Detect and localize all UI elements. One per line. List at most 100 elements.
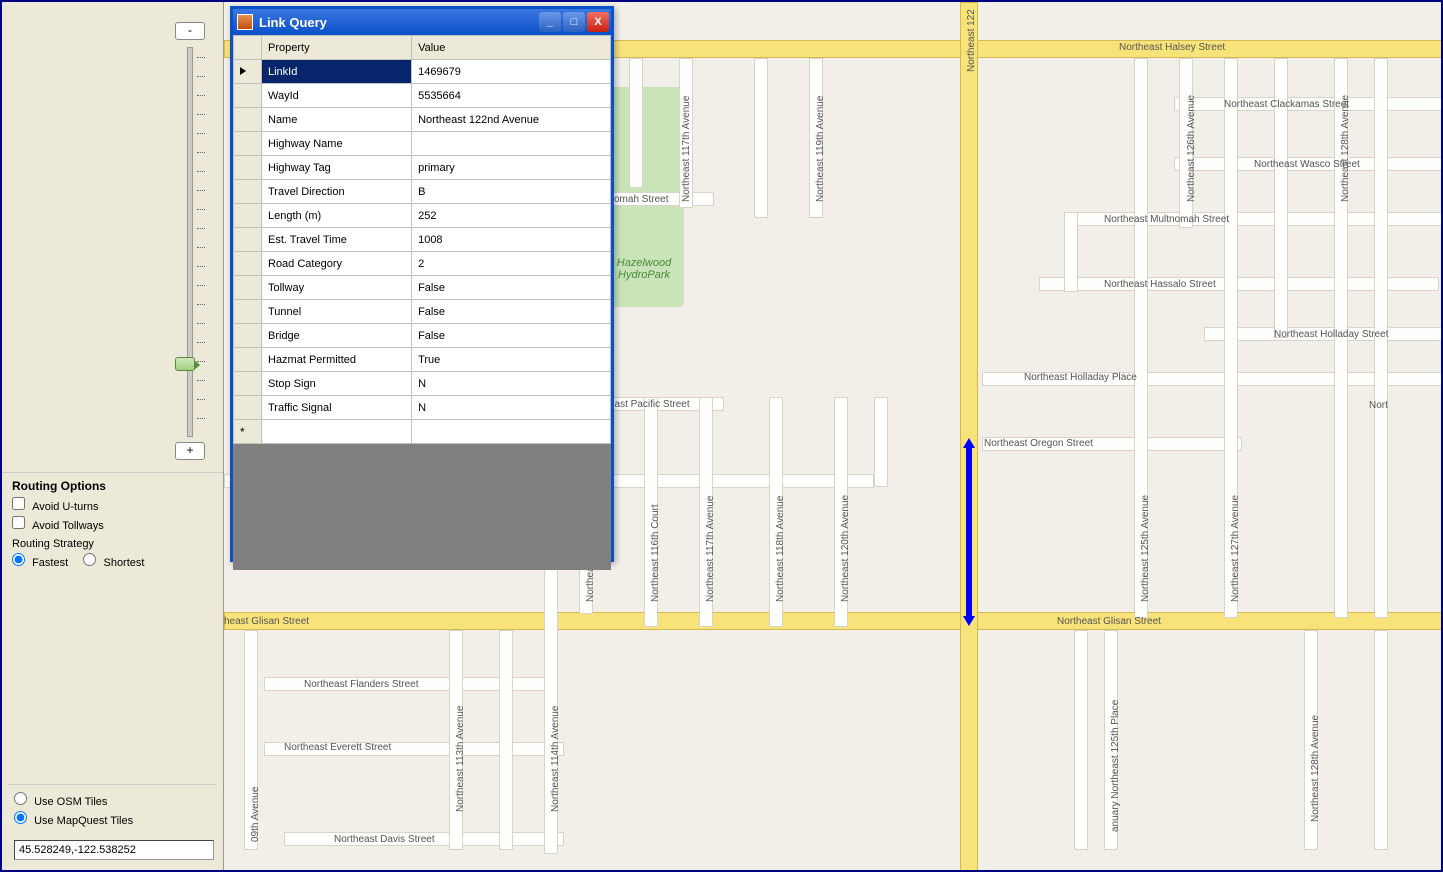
property-cell[interactable]: Road Category: [262, 252, 412, 276]
close-button[interactable]: X: [587, 12, 609, 32]
row-header[interactable]: [234, 372, 262, 396]
value-cell[interactable]: N: [412, 372, 611, 396]
row-header[interactable]: [234, 60, 262, 84]
property-cell[interactable]: Highway Tag: [262, 156, 412, 180]
row-header[interactable]: [234, 396, 262, 420]
row-header[interactable]: [234, 156, 262, 180]
osm-tiles-radio[interactable]: [14, 792, 27, 805]
row-header[interactable]: [234, 204, 262, 228]
value-cell[interactable]: False: [412, 324, 611, 348]
road: [1374, 630, 1388, 850]
zoom-out-button[interactable]: -: [175, 22, 205, 40]
property-cell[interactable]: Tunnel: [262, 300, 412, 324]
property-cell[interactable]: Highway Name: [262, 132, 412, 156]
property-cell[interactable]: Tollway: [262, 276, 412, 300]
road: [499, 630, 513, 850]
street-label: Northeast Halsey Street: [1119, 42, 1225, 53]
zoom-thumb[interactable]: [175, 357, 195, 371]
value-cell[interactable]: 5535664: [412, 84, 611, 108]
table-row[interactable]: BridgeFalse: [234, 324, 611, 348]
table-row[interactable]: NameNortheast 122nd Avenue: [234, 108, 611, 132]
value-cell[interactable]: 1008: [412, 228, 611, 252]
table-row[interactable]: Length (m)252: [234, 204, 611, 228]
zoom-tick: [197, 171, 205, 172]
table-row[interactable]: Road Category2: [234, 252, 611, 276]
row-header[interactable]: [234, 276, 262, 300]
property-cell[interactable]: Travel Direction: [262, 180, 412, 204]
zoom-in-button[interactable]: +: [175, 442, 205, 460]
road-122nd: [960, 2, 978, 870]
avoid-tollways-checkbox[interactable]: [12, 516, 25, 529]
row-header[interactable]: [234, 84, 262, 108]
value-cell[interactable]: [412, 132, 611, 156]
avoid-uturns-checkbox[interactable]: [12, 497, 25, 510]
row-header[interactable]: [234, 348, 262, 372]
property-cell[interactable]: WayId: [262, 84, 412, 108]
property-grid[interactable]: Property Value LinkId1469679WayId5535664…: [233, 35, 611, 570]
zoom-track[interactable]: [187, 47, 193, 437]
value-cell[interactable]: N: [412, 396, 611, 420]
property-cell[interactable]: Stop Sign: [262, 372, 412, 396]
zoom-tick: [197, 342, 205, 343]
zoom-tick: [197, 380, 205, 381]
value-cell[interactable]: False: [412, 276, 611, 300]
row-indicator-icon: [240, 67, 246, 75]
street-label: omah Street: [614, 194, 668, 205]
value-cell[interactable]: Northeast 122nd Avenue: [412, 108, 611, 132]
table-row[interactable]: Highway Tagprimary: [234, 156, 611, 180]
table-row[interactable]: TollwayFalse: [234, 276, 611, 300]
table-row[interactable]: Traffic SignalN: [234, 396, 611, 420]
dialog-titlebar[interactable]: Link Query _ □ X: [233, 9, 611, 35]
value-cell[interactable]: 2: [412, 252, 611, 276]
property-cell[interactable]: Est. Travel Time: [262, 228, 412, 252]
zoom-tick: [197, 304, 205, 305]
value-cell[interactable]: B: [412, 180, 611, 204]
value-cell[interactable]: primary: [412, 156, 611, 180]
value-cell[interactable]: False: [412, 300, 611, 324]
value-cell[interactable]: 252: [412, 204, 611, 228]
property-header[interactable]: Property: [262, 36, 412, 60]
table-row[interactable]: Travel DirectionB: [234, 180, 611, 204]
value-cell[interactable]: 1469679: [412, 60, 611, 84]
table-row[interactable]: TunnelFalse: [234, 300, 611, 324]
link-query-dialog[interactable]: Link Query _ □ X Property Value LinkId14…: [230, 6, 614, 562]
value-cell[interactable]: True: [412, 348, 611, 372]
street-label: Northeast Flanders Street: [304, 679, 419, 690]
property-cell[interactable]: [262, 420, 412, 444]
property-cell[interactable]: Name: [262, 108, 412, 132]
row-header[interactable]: [234, 228, 262, 252]
new-row[interactable]: *: [234, 420, 611, 444]
road-glisan: [224, 612, 1441, 630]
table-row[interactable]: Est. Travel Time1008: [234, 228, 611, 252]
table-row[interactable]: WayId5535664: [234, 84, 611, 108]
row-header[interactable]: [234, 252, 262, 276]
row-header[interactable]: [234, 300, 262, 324]
shortest-label: Shortest: [103, 557, 144, 569]
table-row[interactable]: Highway Name: [234, 132, 611, 156]
zoom-tick: [197, 247, 205, 248]
strategy-label: Routing Strategy: [12, 538, 94, 550]
mapquest-tiles-radio[interactable]: [14, 811, 27, 824]
fastest-radio[interactable]: [12, 553, 25, 566]
shortest-radio[interactable]: [83, 553, 96, 566]
property-cell[interactable]: Bridge: [262, 324, 412, 348]
property-cell[interactable]: LinkId: [262, 60, 412, 84]
row-header[interactable]: [234, 132, 262, 156]
minimize-button[interactable]: _: [539, 12, 561, 32]
property-cell[interactable]: Length (m): [262, 204, 412, 228]
maximize-button[interactable]: □: [563, 12, 585, 32]
table-row[interactable]: Hazmat PermittedTrue: [234, 348, 611, 372]
zoom-tick: [197, 418, 205, 419]
street-label: Northeast Multnomah Street: [1104, 214, 1229, 225]
street-label: Northeast 120th Avenue: [840, 495, 851, 602]
table-row[interactable]: Stop SignN: [234, 372, 611, 396]
row-header[interactable]: [234, 108, 262, 132]
table-row[interactable]: LinkId1469679: [234, 60, 611, 84]
value-header[interactable]: Value: [412, 36, 611, 60]
value-cell[interactable]: [412, 420, 611, 444]
property-cell[interactable]: Traffic Signal: [262, 396, 412, 420]
property-cell[interactable]: Hazmat Permitted: [262, 348, 412, 372]
row-header[interactable]: [234, 324, 262, 348]
row-header[interactable]: [234, 180, 262, 204]
street-label: Northeast Oregon Street: [984, 438, 1093, 449]
